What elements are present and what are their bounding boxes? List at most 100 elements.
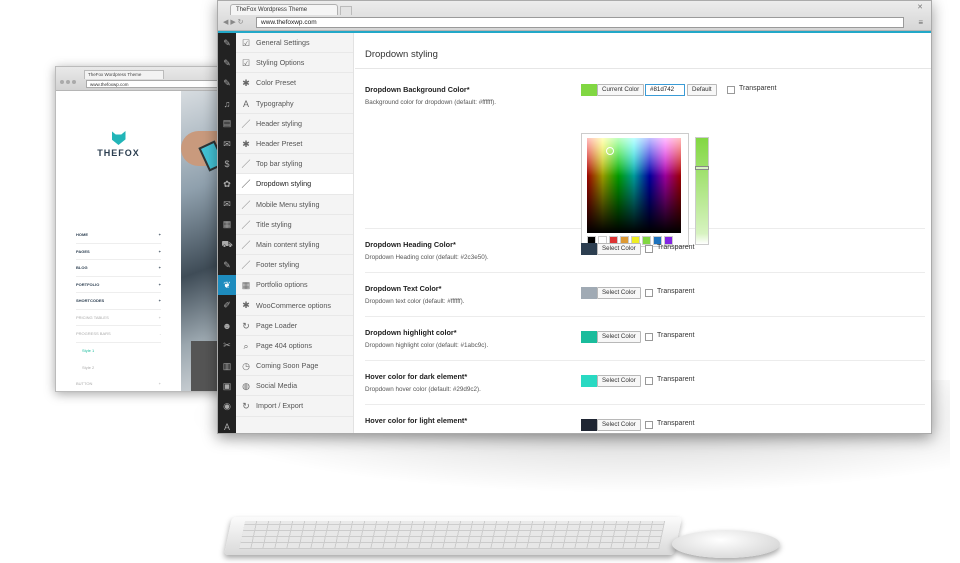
layout-icon[interactable]: ▦ bbox=[218, 215, 236, 235]
options-menu-item[interactable]: ／ Dropdown styling bbox=[236, 174, 353, 195]
transparent-checkbox[interactable] bbox=[645, 377, 653, 385]
options-menu-item[interactable]: ／ Mobile Menu styling bbox=[236, 195, 353, 215]
new-tab-button[interactable] bbox=[340, 6, 352, 15]
circle-icon[interactable]: ◉ bbox=[218, 396, 236, 416]
site-logo[interactable]: THEFOX bbox=[56, 131, 181, 158]
pin-icon[interactable]: ✎ bbox=[218, 33, 236, 53]
options-menu-item[interactable]: ✱ Header Preset bbox=[236, 134, 353, 155]
mail-icon[interactable]: ✉ bbox=[218, 195, 236, 215]
select-color-button[interactable]: Select Color bbox=[597, 287, 641, 299]
select-color-button[interactable]: Select Color bbox=[597, 375, 641, 387]
sliders-icon[interactable]: ▥ bbox=[218, 356, 236, 376]
browser-menu-icon[interactable]: ≡ bbox=[918, 18, 923, 27]
transparent-checkbox[interactable] bbox=[727, 86, 735, 94]
site-menu-label: Style 1 bbox=[82, 348, 95, 354]
options-menu-item[interactable]: ／ Title styling bbox=[236, 215, 353, 235]
picker-handle[interactable] bbox=[606, 147, 614, 155]
options-menu-item[interactable]: ／ Header styling bbox=[236, 114, 353, 134]
expand-icon[interactable]: + bbox=[159, 315, 161, 320]
window-controls[interactable] bbox=[60, 71, 78, 89]
site-sidebar: THEFOX HOME + PAGES + BLOG + PORTFOLIO + SHORTCO… bbox=[56, 91, 181, 392]
site-menu-item[interactable]: Style 2 bbox=[76, 359, 161, 376]
select-color-button[interactable]: Select Color bbox=[597, 419, 641, 431]
site-menu-item[interactable]: BUTTON + bbox=[76, 376, 161, 392]
hex-input[interactable]: #81d742 bbox=[645, 84, 685, 96]
options-menu-item[interactable]: ↻ Import / Export bbox=[236, 396, 353, 417]
logo-text: THEFOX bbox=[97, 148, 140, 158]
setting-description: Background color for dropdown (default: … bbox=[365, 99, 497, 106]
gallery-icon[interactable]: ▣ bbox=[218, 376, 236, 396]
options-menu-item[interactable]: ／ Top bar styling bbox=[236, 154, 353, 175]
setting-row: Dropdown Text Color* Dropdown text color … bbox=[365, 273, 925, 317]
media-icon[interactable]: ♫ bbox=[218, 94, 236, 114]
pencil-icon: ／ bbox=[241, 118, 251, 129]
site-menu-item[interactable]: BLOG + bbox=[76, 260, 161, 277]
options-menu-item[interactable]: ／ Main content styling bbox=[236, 235, 353, 256]
expand-icon[interactable]: + bbox=[159, 381, 161, 386]
wrench-icon[interactable]: ✂ bbox=[218, 336, 236, 356]
default-button[interactable]: Default bbox=[687, 84, 717, 96]
fox-icon[interactable]: ❦ bbox=[218, 275, 236, 296]
close-icon[interactable]: ✕ bbox=[917, 3, 923, 11]
address-bar[interactable]: www.thefoxwp.com bbox=[256, 17, 904, 28]
options-menu-item[interactable]: A Typography bbox=[236, 94, 353, 114]
setting-row: Dropdown highlight color* Dropdown highli… bbox=[365, 317, 925, 361]
site-menu-item[interactable]: PAGES + bbox=[76, 244, 161, 260]
options-menu-item[interactable]: ◍ Social Media bbox=[236, 376, 353, 397]
expand-icon[interactable]: + bbox=[159, 249, 161, 254]
expand-icon[interactable]: + bbox=[159, 298, 161, 303]
color-swatch[interactable] bbox=[581, 243, 597, 255]
site-menu-item[interactable]: HOME + bbox=[76, 227, 161, 244]
select-color-button[interactable]: Select Color bbox=[597, 243, 641, 255]
transparent-checkbox[interactable] bbox=[645, 245, 653, 253]
pin-icon[interactable]: ✎ bbox=[218, 53, 236, 73]
site-menu-item[interactable]: PRICING TABLES + bbox=[76, 310, 161, 326]
options-menu-item[interactable]: ✱ WooCommerce options bbox=[236, 295, 353, 316]
expand-icon[interactable]: + bbox=[159, 265, 161, 270]
transparent-label: Transparent bbox=[657, 288, 695, 295]
options-menu-item[interactable]: ◷ Coming Soon Page bbox=[236, 356, 353, 377]
site-menu-item[interactable]: Style 1 bbox=[76, 343, 161, 360]
pin-icon[interactable]: ✎ bbox=[218, 73, 236, 93]
saturation-area[interactable] bbox=[587, 138, 681, 233]
options-menu-item[interactable]: ↻ Page Loader bbox=[236, 316, 353, 336]
expand-icon[interactable]: + bbox=[159, 232, 161, 237]
palette-icon[interactable]: ✿ bbox=[218, 174, 236, 194]
select-color-button[interactable]: Select Color bbox=[597, 331, 641, 343]
options-menu-item[interactable]: ✱ Color Preset bbox=[236, 73, 353, 94]
nav-buttons[interactable]: ◀ ▶ ↻ bbox=[223, 18, 244, 26]
pages-icon[interactable]: ▤ bbox=[218, 114, 236, 134]
transparent-checkbox[interactable] bbox=[645, 333, 653, 341]
current-color-button[interactable]: Current Color bbox=[597, 84, 645, 96]
setting-description: Dropdown highlight color (default: #1abc… bbox=[365, 342, 489, 349]
color-swatch[interactable] bbox=[581, 331, 597, 343]
users-icon[interactable]: ☻ bbox=[218, 316, 236, 336]
brush-icon[interactable]: ✐ bbox=[218, 295, 236, 315]
color-swatch[interactable] bbox=[581, 84, 597, 96]
site-menu-item[interactable]: PROGRESS BARS - bbox=[76, 326, 161, 343]
expand-icon[interactable]: + bbox=[159, 282, 161, 287]
transparent-checkbox[interactable] bbox=[645, 289, 653, 297]
pin-icon[interactable]: ✎ bbox=[218, 255, 236, 275]
color-swatch[interactable] bbox=[581, 375, 597, 387]
color-swatch[interactable] bbox=[581, 287, 597, 299]
options-menu-item[interactable]: ／ Footer styling bbox=[236, 255, 353, 276]
options-menu-item[interactable]: ☑ Styling Options bbox=[236, 53, 353, 74]
options-menu-item[interactable]: ⌕ Page 404 options bbox=[236, 336, 353, 356]
fox-logo-icon bbox=[111, 131, 126, 145]
back-browser-tab[interactable]: TheFox Wordpress Theme bbox=[84, 70, 164, 79]
dollar-icon[interactable]: $ bbox=[218, 154, 236, 174]
cart-icon[interactable]: ⛟ bbox=[218, 235, 236, 255]
options-menu-item[interactable]: ▦ Portfolio options bbox=[236, 275, 353, 296]
comments-icon[interactable]: ✉ bbox=[218, 134, 236, 154]
options-menu-item[interactable]: ☑ General Settings bbox=[236, 33, 353, 54]
search-icon: ⌕ bbox=[243, 340, 249, 351]
front-browser-tab[interactable]: TheFox Wordpress Theme bbox=[230, 4, 338, 15]
color-swatch[interactable] bbox=[581, 419, 597, 431]
expand-icon[interactable]: - bbox=[160, 331, 161, 336]
site-menu-item[interactable]: PORTFOLIO + bbox=[76, 277, 161, 293]
slider-handle[interactable] bbox=[695, 166, 709, 170]
transparent-checkbox[interactable] bbox=[645, 421, 653, 429]
site-menu-item[interactable]: SHORTCODES + bbox=[76, 293, 161, 310]
font-icon[interactable]: A bbox=[218, 417, 236, 433]
